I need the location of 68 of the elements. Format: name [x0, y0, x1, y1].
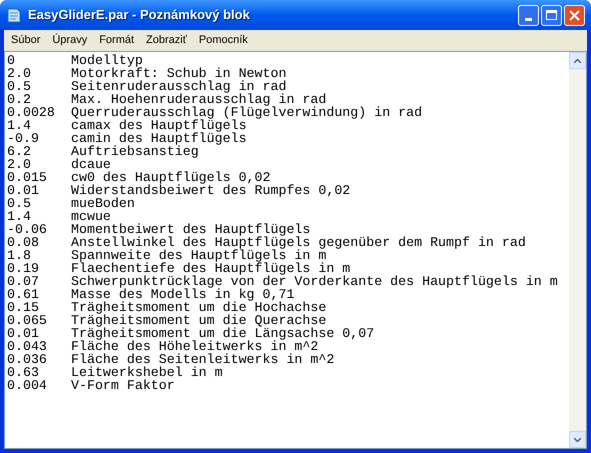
- parameter-description: Trägheitsmoment um die Hochachse: [71, 301, 326, 314]
- menu-item[interactable]: Súbor: [5, 31, 46, 49]
- parameter-description: Flaechentiefe des Hauptflügels in m: [71, 262, 350, 275]
- parameter-value: 0.2: [7, 93, 32, 106]
- parameter-description: mcwue: [71, 210, 111, 223]
- parameter-value: 0.065: [7, 314, 48, 327]
- parameter-value: 0.004: [7, 379, 48, 392]
- parameter-value: 1.8: [7, 249, 32, 262]
- parameter-description: Max. Hoehenruderausschlag in rad: [71, 93, 326, 106]
- parameter-description: Trägheitsmoment um die Querachse: [71, 314, 326, 327]
- parameter-description: Masse des Modells in kg 0,71: [71, 288, 294, 301]
- parameter-description: Motorkraft: Schub in Newton: [71, 67, 286, 80]
- parameter-description: Momentbeiwert des Hauptflügels: [71, 223, 310, 236]
- parameter-description: Fläche des Seitenleitwerks in m^2: [71, 353, 334, 366]
- parameter-value: -0.9: [7, 132, 40, 145]
- parameter-description: Schwerpunktrücklage von der Vorderkante des Hauptflügels in m: [71, 275, 558, 288]
- parameter-description: Leitwerkshebel in m: [71, 366, 223, 379]
- menu-item[interactable]: Zobraziť: [140, 31, 193, 49]
- minimize-icon: [525, 18, 532, 20]
- parameter-value: -0.06: [7, 223, 48, 236]
- menu-item[interactable]: Úpravy: [46, 31, 94, 49]
- parameter-value: 0.15: [7, 301, 40, 314]
- parameter-value: 0.01: [7, 184, 40, 197]
- parameter-value: 2.0: [7, 67, 32, 80]
- vertical-scrollbar[interactable]: [569, 52, 586, 448]
- parameter-description: dcaue: [71, 158, 111, 171]
- parameter-value: 0.01: [7, 327, 40, 340]
- parameter-description: Querruderausschlag (Flügelverwindung) in rad: [71, 106, 422, 119]
- parameter-description: Widerstandsbeiwert des Rumpfes 0,02: [71, 184, 350, 197]
- parameter-value: 0.19: [7, 262, 40, 275]
- maximize-button[interactable]: [541, 4, 562, 26]
- parameter-value: 0.043: [7, 340, 48, 353]
- parameter-value: 0.5: [7, 197, 32, 210]
- scroll-down-button[interactable]: [569, 431, 586, 448]
- parameter-description: Spannweite des Hauptflügels in m: [71, 249, 326, 262]
- parameter-value: 0.63: [7, 366, 40, 379]
- maximize-icon: [546, 10, 557, 20]
- parameter-description: Fläche des Höheleitwerks in m^2: [71, 340, 318, 353]
- parameter-value: 0.08: [7, 236, 40, 249]
- parameter-description: V-Form Faktor: [71, 379, 175, 392]
- parameter-description: camin des Hauptflügels: [71, 132, 247, 145]
- parameter-value: 0.0028: [7, 106, 56, 119]
- parameter-description: Trägheitsmoment um die Längsachse 0,07: [71, 327, 374, 340]
- menu-item[interactable]: Pomocník: [192, 31, 254, 49]
- parameter-description: cw0 des Hauptflügels 0,02: [71, 171, 270, 184]
- parameter-description: Modelltyp: [71, 54, 143, 67]
- close-icon: [569, 10, 580, 20]
- parameter-value: 0.07: [7, 275, 40, 288]
- minimize-button[interactable]: [518, 4, 539, 26]
- notepad-icon: [6, 7, 22, 23]
- parameter-value: 1.4: [7, 119, 32, 132]
- close-button[interactable]: [564, 4, 585, 26]
- parameter-value: 0.036: [7, 353, 48, 366]
- window-title: EasyGliderE.par - Poznámkový blok: [28, 6, 250, 24]
- parameter-description: Seitenruderausschlag in rad: [71, 80, 286, 93]
- parameter-value: 0.5: [7, 80, 32, 93]
- parameter-value: 0: [7, 54, 16, 67]
- parameter-description: camax des Hauptflügels: [71, 119, 247, 132]
- menu-item[interactable]: Formát: [93, 31, 140, 49]
- scroll-up-button[interactable]: [569, 52, 586, 69]
- parameter-value: 2.0: [7, 158, 32, 171]
- parameter-value: 1.4: [7, 210, 32, 223]
- parameter-value: 0.015: [7, 171, 48, 184]
- parameter-description: Auftriebsanstieg: [71, 145, 199, 158]
- parameter-description: mueBoden: [71, 197, 135, 210]
- parameter-value: 6.2: [7, 145, 32, 158]
- parameter-value: 0.61: [7, 288, 40, 301]
- parameter-description: Anstellwinkel des Hauptflügels gegenüber dem Rumpf in rad: [71, 236, 526, 249]
